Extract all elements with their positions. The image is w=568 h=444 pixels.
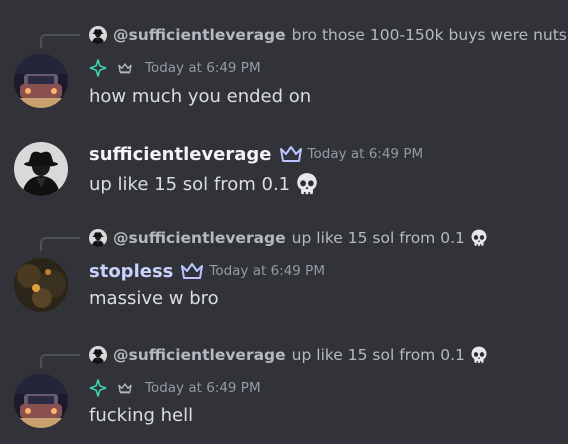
reply-connector (40, 237, 80, 251)
reply-avatar (89, 346, 107, 364)
skull-emoji-icon (294, 171, 320, 197)
reply-text: up like 15 sol from 0.1 (291, 229, 465, 247)
message-text: how much you ended on (89, 86, 312, 107)
reply-preview[interactable]: @sufficientleverage bro those 100-150k b… (89, 24, 567, 46)
message-text: fucking hell (89, 405, 194, 426)
crown-icon (117, 61, 133, 75)
message-text: massive w bro (89, 288, 219, 309)
avatar[interactable] (14, 142, 68, 196)
sparkle-icon (89, 379, 107, 397)
avatar[interactable] (14, 258, 68, 312)
crown-icon (179, 262, 205, 280)
message-header: Today at 6:49 PM (89, 377, 261, 399)
message-content: how much you ended on (89, 86, 311, 107)
avatar[interactable] (14, 54, 68, 108)
reply-author[interactable]: @sufficientleverage (113, 229, 286, 247)
skull-emoji-icon (469, 228, 489, 248)
avatar[interactable] (14, 374, 68, 428)
reply-text: up like 15 sol from 0.1 (291, 346, 465, 364)
chat-view: @sufficientleverage bro those 100-150k b… (0, 0, 568, 444)
reply-author[interactable]: @sufficientleverage (113, 346, 286, 364)
reply-author[interactable]: @sufficientleverage (113, 26, 286, 44)
reply-avatar (89, 26, 107, 44)
message-header: sufficientleverage Today at 6:49 PM (89, 143, 423, 165)
reply-preview[interactable]: @sufficientleverage up like 15 sol from … (89, 227, 489, 249)
timestamp: Today at 6:49 PM (307, 146, 424, 162)
crown-icon (117, 381, 133, 395)
timestamp: Today at 6:49 PM (145, 60, 261, 76)
reply-connector (40, 34, 80, 48)
username[interactable]: stopless (89, 261, 173, 282)
message-content: massive w bro (89, 288, 219, 309)
username[interactable]: sufficientleverage (89, 144, 272, 165)
message-header: stopless Today at 6:49 PM (89, 260, 325, 282)
skull-emoji-icon (469, 345, 489, 365)
timestamp: Today at 6:49 PM (209, 263, 325, 279)
message-text: up like 15 sol from 0.1 (89, 173, 291, 195)
message-content: fucking hell (89, 405, 193, 426)
sparkle-icon (89, 59, 107, 77)
timestamp: Today at 6:49 PM (145, 380, 261, 396)
crown-icon (278, 145, 304, 163)
reply-preview[interactable]: @sufficientleverage up like 15 sol from … (89, 344, 489, 366)
reply-avatar (89, 229, 107, 247)
message-content: up like 15 sol from 0.1 (89, 171, 320, 197)
message-header: Today at 6:49 PM (89, 57, 261, 79)
reply-text: bro those 100-150k buys were nuts (291, 26, 567, 44)
reply-connector (40, 354, 80, 368)
